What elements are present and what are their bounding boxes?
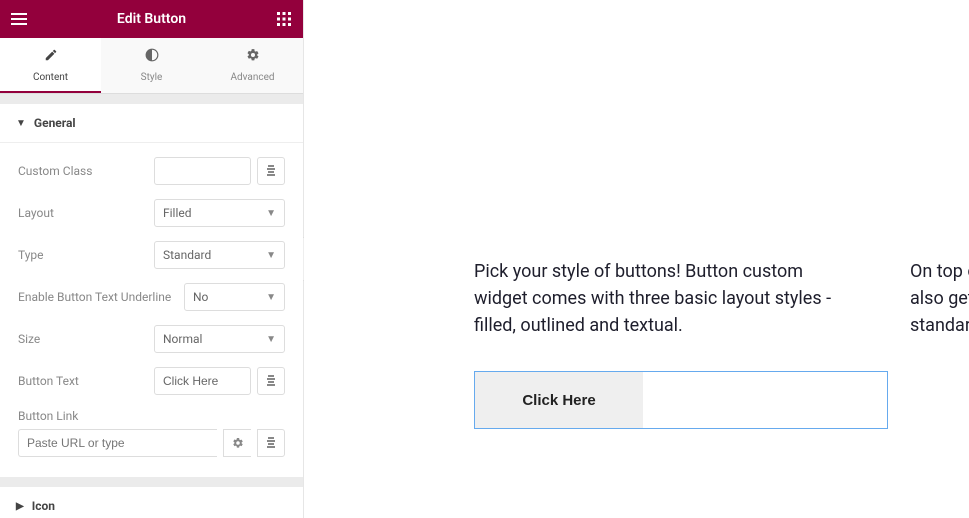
preview-button[interactable]: Click Here <box>475 372 643 428</box>
widgets-grid-icon[interactable] <box>275 10 293 28</box>
panel-title: Edit Button <box>28 11 275 27</box>
chevron-down-icon: ▼ <box>266 292 276 303</box>
field-label: Custom Class <box>18 164 146 178</box>
tab-label: Content <box>33 72 68 83</box>
select-value: Filled <box>163 206 192 220</box>
field-layout: Layout Filled ▼ <box>18 199 285 227</box>
section-title: Icon <box>32 499 55 513</box>
editor-panel: Edit Button Content Style Advanced <box>0 0 304 518</box>
select-value: No <box>193 290 208 304</box>
divider <box>0 94 303 104</box>
field-label: Enable Button Text Underline <box>18 290 176 304</box>
button-text-input[interactable] <box>154 367 251 395</box>
caret-down-icon: ▼ <box>16 118 26 129</box>
pencil-icon <box>44 48 58 66</box>
link-options-button[interactable] <box>223 429 251 457</box>
layout-select[interactable]: Filled ▼ <box>154 199 285 227</box>
section-header-general[interactable]: ▼ General <box>0 104 303 143</box>
field-label: Type <box>18 248 146 262</box>
contrast-icon <box>145 48 159 66</box>
type-select[interactable]: Standard ▼ <box>154 241 285 269</box>
field-button-link: Button Link <box>18 409 285 457</box>
preview-paragraph-right: On top o also get standard <box>910 258 969 339</box>
chevron-down-icon: ▼ <box>266 334 276 345</box>
panel-tabs: Content Style Advanced <box>0 38 303 94</box>
field-label: Button Text <box>18 374 146 388</box>
section-title: General <box>34 116 76 130</box>
field-label: Button Link <box>18 409 285 423</box>
field-label: Layout <box>18 206 146 220</box>
custom-class-input[interactable] <box>154 157 251 185</box>
field-type: Type Standard ▼ <box>18 241 285 269</box>
select-value: Standard <box>163 248 211 262</box>
divider <box>0 477 303 487</box>
hamburger-icon[interactable] <box>10 10 28 28</box>
select-value: Normal <box>163 332 202 346</box>
field-label: Size <box>18 332 146 346</box>
preview-content: Pick your style of buttons! Button custo… <box>474 258 969 429</box>
section-header-icon[interactable]: ▶ Icon <box>0 487 303 518</box>
field-custom-class: Custom Class <box>18 157 285 185</box>
tab-style[interactable]: Style <box>101 38 202 93</box>
button-text-input-inner[interactable] <box>163 374 242 388</box>
tab-label: Style <box>141 72 163 83</box>
tab-advanced[interactable]: Advanced <box>202 38 303 93</box>
preview-paragraph: Pick your style of buttons! Button custo… <box>474 258 854 339</box>
dynamic-icon[interactable] <box>257 157 285 185</box>
custom-class-input-inner[interactable] <box>163 164 242 178</box>
chevron-down-icon: ▼ <box>266 250 276 261</box>
section-body-general: Custom Class Layout Filled ▼ <box>0 143 303 477</box>
panel-header: Edit Button <box>0 0 303 38</box>
field-underline: Enable Button Text Underline No ▼ <box>18 283 285 311</box>
underline-select[interactable]: No ▼ <box>184 283 285 311</box>
tab-label: Advanced <box>230 72 274 83</box>
button-link-input[interactable] <box>18 429 217 457</box>
preview-canvas: Pick your style of buttons! Button custo… <box>304 0 969 518</box>
dynamic-icon[interactable] <box>257 367 285 395</box>
dynamic-icon[interactable] <box>257 429 285 457</box>
settings-accordion: ▼ General Custom Class Layout <box>0 104 303 518</box>
size-select[interactable]: Normal ▼ <box>154 325 285 353</box>
chevron-down-icon: ▼ <box>266 208 276 219</box>
caret-right-icon: ▶ <box>16 501 24 512</box>
field-size: Size Normal ▼ <box>18 325 285 353</box>
tab-content[interactable]: Content <box>0 38 101 93</box>
field-button-text: Button Text <box>18 367 285 395</box>
preview-widget-selected[interactable]: Click Here <box>474 371 888 429</box>
gear-icon <box>246 48 260 66</box>
